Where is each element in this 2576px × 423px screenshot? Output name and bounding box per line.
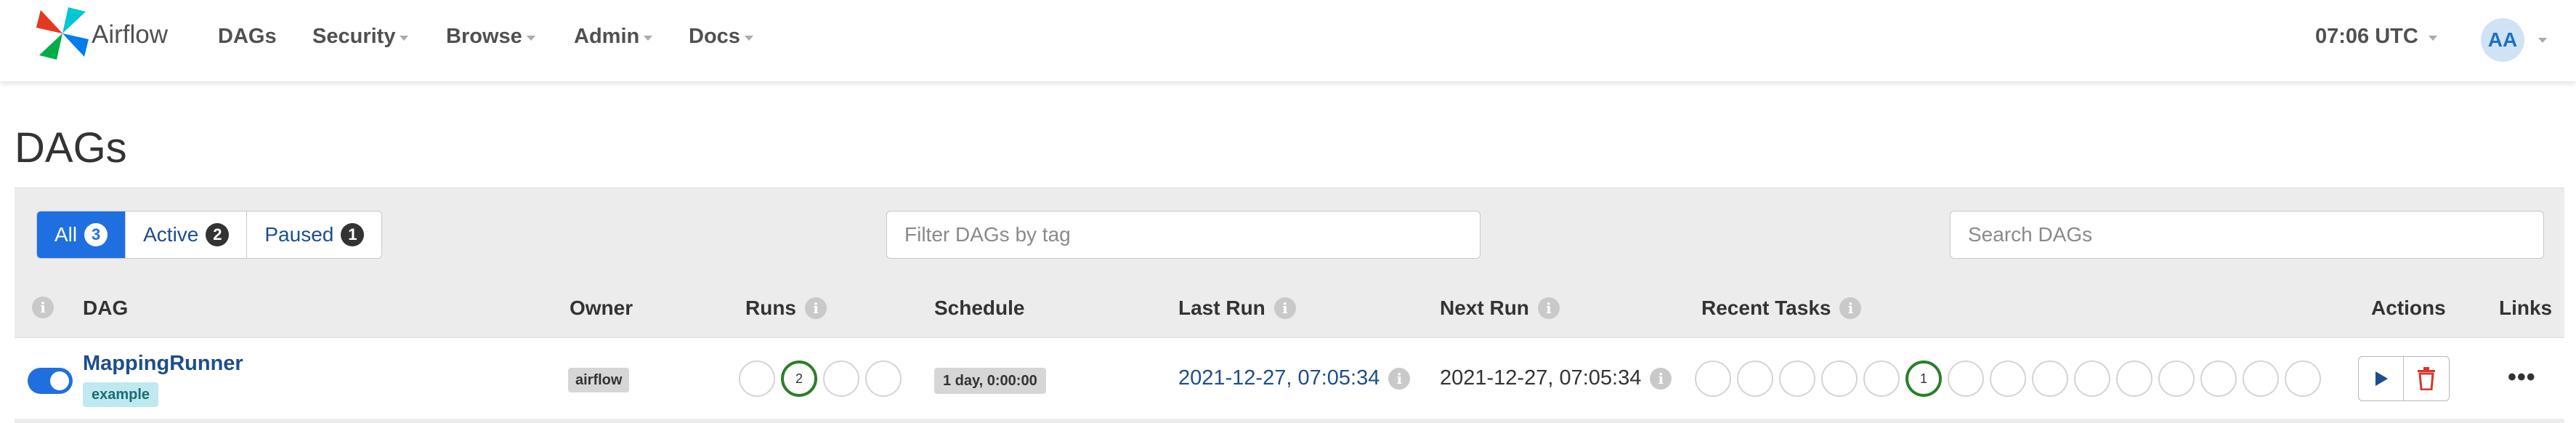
task-state-circle[interactable] (2285, 360, 2321, 397)
run-state-circle[interactable] (865, 360, 902, 397)
nav-security-label: Security (312, 25, 396, 48)
header-dag[interactable]: DAG (83, 297, 128, 320)
filter-paused-label: Paused (264, 223, 334, 246)
run-state-circle-success[interactable]: 2 (781, 360, 817, 397)
tag-filter-input[interactable] (886, 211, 1481, 259)
header-last-run-label: Last Run (1178, 297, 1265, 319)
info-icon[interactable]: i (1650, 367, 1672, 390)
schedule-badge[interactable]: 1 day, 0:00:00 (934, 368, 1046, 394)
run-state-circle[interactable] (739, 360, 775, 397)
play-icon (2375, 371, 2388, 386)
top-navbar: Airflow DAGs Security Browse Admin Docs … (0, 0, 2576, 81)
task-state-circle[interactable] (2200, 360, 2237, 397)
chevron-down-icon (2428, 36, 2437, 41)
task-state-circle[interactable] (1779, 360, 1815, 397)
next-run-value: 2021-12-27, 07:05:34 (1440, 366, 1642, 390)
nav-dags-label: DAGs (218, 25, 277, 48)
page-title: DAGs (15, 124, 127, 172)
task-state-circle[interactable] (1695, 360, 1731, 397)
brand-name[interactable]: Airflow (92, 20, 168, 49)
task-state-circle[interactable] (1737, 360, 1773, 397)
task-state-circle[interactable] (1990, 360, 2026, 397)
trigger-dag-button[interactable] (2359, 357, 2404, 400)
task-state-circle-success[interactable]: 1 (1905, 360, 1942, 397)
nav-browse[interactable]: Browse (446, 25, 535, 49)
task-state-circle[interactable] (2074, 360, 2110, 397)
status-filter-group: All 3 Active 2 Paused 1 (36, 211, 383, 259)
info-icon[interactable]: i (1388, 367, 1411, 390)
task-state-circle[interactable] (1821, 360, 1858, 397)
header-schedule: Schedule (934, 297, 1024, 320)
clock-label: 07:06 UTC (2315, 25, 2418, 48)
header-actions-label: Actions (2371, 297, 2446, 319)
nav-docs[interactable]: Docs (689, 25, 753, 49)
header-links-label: Links (2499, 297, 2553, 319)
last-run-cell: 2021-12-27, 07:05:34 i (1178, 366, 1411, 390)
owner-badge[interactable]: airflow (568, 368, 630, 392)
info-icon[interactable]: i (1839, 297, 1862, 319)
info-icon[interactable]: i (805, 297, 827, 319)
header-recent-tasks: Recent Tasks i (1701, 297, 1862, 320)
header-owner-label: Owner (570, 297, 633, 319)
chevron-down-icon (644, 36, 653, 41)
header-last-run[interactable]: Last Run i (1178, 297, 1296, 320)
filter-active-count: 2 (206, 223, 230, 246)
chevron-down-icon (400, 36, 409, 41)
chevron-down-icon (526, 36, 535, 41)
nav-admin[interactable]: Admin (574, 25, 653, 49)
task-state-circle[interactable] (1948, 360, 1984, 397)
header-runs-label: Runs (745, 297, 796, 319)
filter-paused-count: 1 (341, 223, 365, 246)
nav-admin-label: Admin (574, 25, 640, 48)
trash-icon (2418, 367, 2435, 390)
info-icon[interactable]: i (1273, 297, 1296, 319)
dag-pause-toggle[interactable] (28, 368, 73, 394)
table-divider (15, 419, 2564, 423)
header-info: i (32, 297, 54, 318)
header-schedule-label: Schedule (934, 297, 1025, 319)
dag-tag-badge[interactable]: example (83, 382, 159, 407)
header-recent-tasks-label: Recent Tasks (1701, 297, 1831, 319)
filter-all-count: 3 (84, 223, 108, 246)
dag-id-link[interactable]: MappingRunner (83, 352, 243, 376)
header-next-run-label: Next Run (1440, 297, 1529, 319)
airflow-logo-icon[interactable] (35, 6, 90, 61)
task-state-circle[interactable] (2158, 360, 2195, 397)
header-owner[interactable]: Owner (570, 297, 633, 320)
header-next-run[interactable]: Next Run i (1440, 297, 1560, 320)
filter-all-label: All (54, 223, 78, 246)
chevron-down-icon (744, 36, 753, 41)
search-dags-input[interactable] (1950, 211, 2544, 259)
header-links: Links (2499, 297, 2552, 320)
info-icon[interactable]: i (1537, 297, 1560, 319)
nav-docs-label: Docs (689, 25, 740, 48)
more-dots-icon[interactable]: ••• (2508, 363, 2536, 392)
chevron-down-icon[interactable] (2538, 38, 2547, 43)
dag-actions (2358, 356, 2450, 401)
task-state-circle[interactable] (2243, 360, 2279, 397)
nav-dags[interactable]: DAGs (218, 25, 277, 49)
filter-all-button[interactable]: All 3 (37, 212, 126, 258)
filter-active-label: Active (143, 223, 199, 246)
filter-active-button[interactable]: Active 2 (126, 212, 248, 258)
info-icon[interactable]: i (32, 297, 54, 318)
nav-browse-label: Browse (446, 25, 522, 48)
filter-paused-button[interactable]: Paused 1 (247, 212, 382, 258)
nav-security[interactable]: Security (312, 25, 409, 49)
utc-clock-dropdown[interactable]: 07:06 UTC (2315, 25, 2437, 49)
header-runs: Runs i (745, 297, 827, 320)
header-dag-label: DAG (83, 297, 129, 319)
next-run-cell: 2021-12-27, 07:05:34 i (1440, 366, 1672, 390)
run-state-circle[interactable] (823, 360, 859, 397)
task-state-circle[interactable] (2032, 360, 2068, 397)
task-state-circle[interactable] (2116, 360, 2152, 397)
user-avatar[interactable]: AA (2481, 18, 2524, 62)
last-run-link[interactable]: 2021-12-27, 07:05:34 (1178, 366, 1380, 390)
delete-dag-button[interactable] (2404, 357, 2449, 400)
task-state-circle[interactable] (1863, 360, 1900, 397)
header-actions: Actions (2371, 297, 2446, 320)
